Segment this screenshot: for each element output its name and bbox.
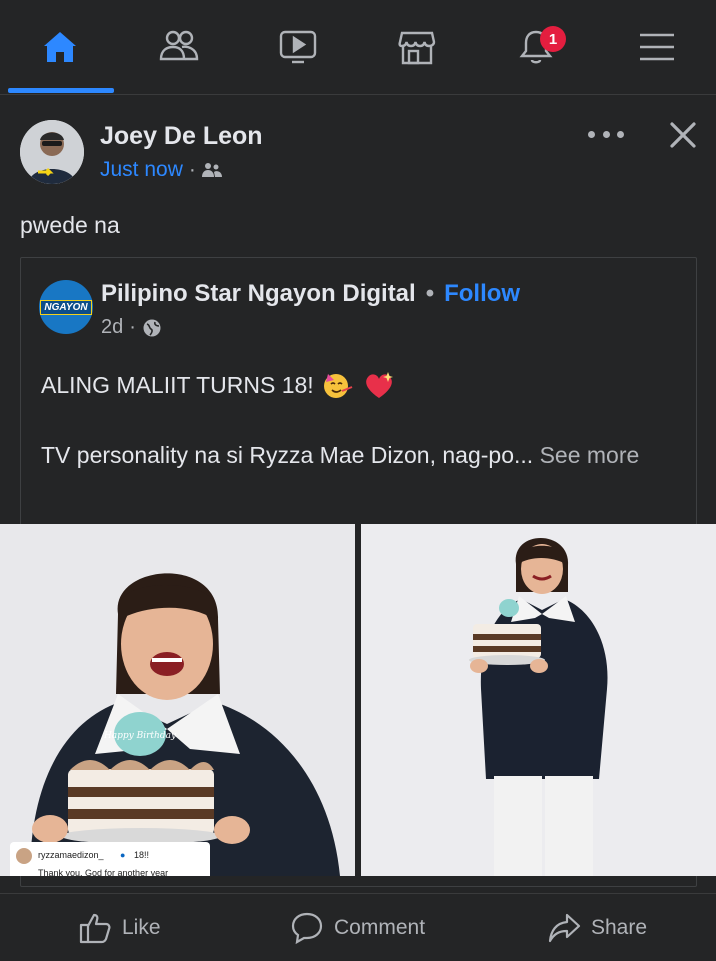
share-button[interactable]: Share [547, 894, 647, 961]
author-name[interactable]: Joey De Leon [100, 122, 263, 151]
post-header: Joey De Leon Just now · [0, 100, 716, 200]
sparkling-heart-emoji-icon [365, 372, 393, 398]
follow-button[interactable]: Follow [444, 280, 520, 307]
like-label: Like [122, 915, 161, 939]
share-arrow-icon [548, 913, 581, 942]
birthday-photo-fullbody [361, 524, 716, 876]
share-label: Share [591, 915, 648, 939]
ig-caption: 18!! [134, 850, 150, 860]
page-name[interactable]: Pilipino Star Ngayon Digital [101, 280, 416, 307]
ig-username: ryzzamaedizon_ [38, 850, 104, 860]
nav-menu[interactable] [597, 0, 716, 94]
post-meta: Just now · [100, 158, 222, 182]
nav-home[interactable] [0, 0, 119, 94]
separator-dot: · [188, 158, 196, 181]
birthday-photo-closeup: Happy Birthday [0, 524, 355, 876]
close-icon[interactable] [664, 116, 702, 154]
comment-bubble-icon [291, 912, 323, 944]
page-logo-text: NGAYON [40, 299, 92, 315]
hamburger-icon [639, 33, 674, 61]
nav-watch[interactable] [238, 0, 357, 94]
post-actions: Like Comment Share [0, 893, 716, 961]
ig-comment: Thank you, God for another year [38, 868, 169, 876]
nav-marketplace[interactable] [357, 0, 476, 94]
home-icon [43, 32, 76, 62]
more-dot-icon [588, 130, 595, 138]
marketplace-icon [397, 31, 435, 65]
separator-dot: · [129, 316, 136, 338]
comment-button[interactable]: Comment [290, 894, 425, 961]
instagram-comment-overlay: ryzzamaedizon_ ● 18!! Thank you, God for… [10, 842, 210, 876]
post-time[interactable]: Just now [100, 158, 183, 182]
body-text: TV personality na si Ryzza Mae Dizon, na… [41, 442, 534, 468]
like-button[interactable]: Like [78, 894, 161, 961]
headline-text: ALING MALIIT TURNS 18! [41, 371, 314, 398]
globe-icon [143, 319, 161, 336]
friends-audience-icon[interactable] [201, 162, 222, 178]
photo-left[interactable]: Happy Birthday ryzzamaedizon_ ● 18!! Tha… [0, 524, 355, 876]
shared-time[interactable]: 2d [101, 316, 123, 339]
friends-icon [159, 30, 198, 61]
party-face-emoji-icon [323, 374, 353, 398]
thumbs-up-icon [79, 913, 111, 943]
cake-topper-text: Happy Birthday [103, 731, 177, 741]
photo-right[interactable] [361, 524, 716, 876]
top-navigation: 1 [0, 0, 716, 95]
shared-headline: ALING MALIIT TURNS 18! [41, 370, 396, 400]
verified-badge-icon: ● [120, 850, 126, 860]
notification-badge: 1 [540, 26, 566, 52]
video-icon [279, 30, 316, 64]
see-more-link[interactable]: See more [540, 442, 640, 468]
ig-avatar [16, 848, 32, 864]
more-dot-icon [602, 130, 610, 138]
more-options-button[interactable] [588, 122, 624, 146]
post-text: pwede na [20, 212, 120, 238]
active-tab-indicator [8, 88, 114, 93]
author-avatar[interactable] [20, 120, 84, 184]
separator-dot: • [425, 280, 435, 307]
page-logo[interactable]: NGAYON [39, 280, 93, 334]
nav-notifications[interactable] [476, 0, 595, 94]
shared-meta: 2d · [101, 316, 162, 339]
comment-label: Comment [334, 915, 426, 939]
nav-friends[interactable] [119, 0, 238, 94]
page-name-line: Pilipino Star Ngayon Digital • Follow [101, 280, 520, 308]
more-dot-icon [617, 130, 624, 138]
shared-body: TV personality na si Ryzza Mae Dizon, na… [41, 438, 681, 472]
